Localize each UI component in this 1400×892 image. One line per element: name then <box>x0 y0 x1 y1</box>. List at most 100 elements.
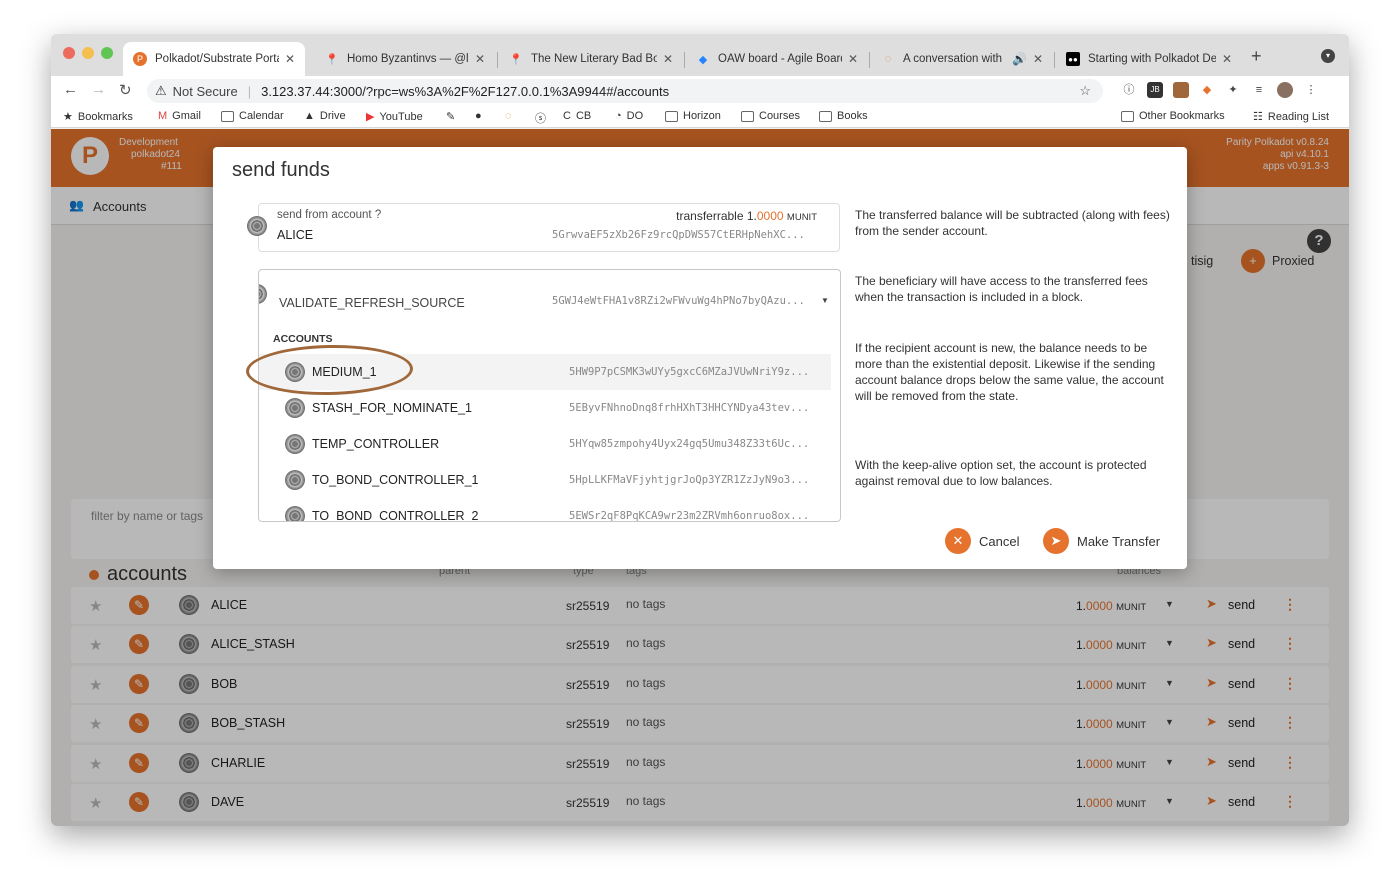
tab-title: The New Literary Bad Bo <box>531 53 657 65</box>
drive-icon: ▲ <box>304 110 315 122</box>
tab-oaw-board[interactable]: ◆ OAW board - Agile Board ✕ <box>686 42 868 76</box>
menu-dots-icon[interactable]: ⋮ <box>1303 82 1319 98</box>
identicon <box>285 506 305 521</box>
bookmark-other[interactable]: Other Bookmarks <box>1121 110 1225 122</box>
close-tab-icon[interactable]: ✕ <box>848 52 858 66</box>
close-window-button[interactable] <box>63 47 75 59</box>
identicon <box>285 470 305 490</box>
reading-list-icon: ☷ <box>1253 111 1263 123</box>
bookmark-books[interactable]: Books <box>819 110 868 122</box>
tab-title: A conversation with <box>903 53 1003 65</box>
tab-literary-bad-boy[interactable]: 📍 The New Literary Bad Bo ✕ <box>499 42 683 76</box>
medium-icon: ●● <box>1066 52 1080 66</box>
notes-icon: ✎ <box>446 111 456 123</box>
paper-plane-icon: ➤ <box>1043 528 1069 554</box>
bookmark-star-icon[interactable]: ☆ <box>1079 83 1091 99</box>
extensions-puzzle-icon[interactable]: ✦ <box>1225 82 1241 98</box>
maximize-window-button[interactable] <box>101 47 113 59</box>
tab-bar: P Polkadot/Substrate Portal ✕ 📍 Homo Byza… <box>51 34 1349 76</box>
cb-icon: C <box>563 110 571 122</box>
bookmark-youtube[interactable]: ▶ YouTube <box>366 110 423 124</box>
dropdown-option-stash-for-nominate-1[interactable]: STASH_FOR_NOMINATE_1 5EByvFNhnoDnq8frhHX… <box>259 390 831 426</box>
close-tab-icon[interactable]: ✕ <box>1033 52 1043 66</box>
folder-icon <box>819 110 832 122</box>
option-name: STASH_FOR_NOMINATE_1 <box>312 401 472 415</box>
identicon <box>285 398 305 418</box>
do-icon: ◔ <box>615 110 622 122</box>
audio-icon[interactable]: 🔊 <box>1012 52 1027 66</box>
pin-icon: 📍 <box>325 53 339 66</box>
tab-search-icon[interactable]: ▾ <box>1321 49 1335 63</box>
from-account-name: ALICE <box>277 228 314 242</box>
bookmark-reading-list[interactable]: ☷ Reading List <box>1253 110 1329 124</box>
minimize-window-button[interactable] <box>82 47 94 59</box>
loading-icon: ◌ <box>884 53 892 65</box>
bookmarks-bar: ★ Bookmarks M Gmail Calendar ▲ Drive ▶ YouTu… <box>51 106 1349 128</box>
tab-conversation[interactable]: ◌ A conversation with 🔊 ✕ <box>871 42 1053 76</box>
bookmark-courses[interactable]: Courses <box>741 110 800 122</box>
tab-title: Polkadot/Substrate Portal <box>155 53 279 65</box>
youtube-icon: ▶ <box>366 111 375 123</box>
help-text-from: The transferred balance will be subtract… <box>855 208 1170 238</box>
option-address: 5HpLLKFMaVFjyhtjgrJoQp3YZR1ZzJyN9o3... <box>569 474 810 486</box>
bookmark-do[interactable]: ◔ DO <box>615 110 643 122</box>
forward-icon[interactable]: → <box>91 81 106 98</box>
close-tab-icon[interactable]: ✕ <box>663 52 673 66</box>
bookmark-cb[interactable]: C CB <box>563 110 591 122</box>
omnibox[interactable]: ⚠ Not Secure | 3.123.37.44:3000/?rpc=ws%… <box>147 79 1103 103</box>
help-text-beneficiary: The beneficiary will have access to the … <box>855 274 1148 304</box>
identicon <box>247 216 267 236</box>
cancel-button[interactable]: ✕ Cancel <box>945 527 1019 555</box>
make-transfer-button[interactable]: ➤ Make Transfer <box>1043 527 1160 555</box>
option-address: 5EByvFNhnoDnq8frhHXhT3HHCYNDya43tev... <box>569 402 810 414</box>
browser-window: P Polkadot/Substrate Portal ✕ 📍 Homo Byza… <box>51 34 1349 826</box>
bookmark-horizon[interactable]: Horizon <box>665 110 721 122</box>
reload-icon[interactable]: ↻ <box>119 81 132 99</box>
option-name: TEMP_CONTROLLER <box>312 437 440 451</box>
address-bar-row: ← → ↻ ⚠ Not Secure | 3.123.37.44:3000/?r… <box>51 76 1349 106</box>
github-icon: ● <box>475 110 482 122</box>
close-tab-icon[interactable]: ✕ <box>1222 52 1232 66</box>
recipient-dropdown[interactable]: VALIDATE_REFRESH_SOURCE 5GWJ4eWtFHA1v8RZ… <box>258 269 841 522</box>
bookmark-c[interactable]: ◌ <box>505 110 512 122</box>
bookmark-github[interactable]: ● <box>475 110 482 122</box>
extension-image-icon[interactable] <box>1173 82 1189 98</box>
gmail-icon: M <box>158 110 168 122</box>
back-icon[interactable]: ← <box>63 81 78 98</box>
option-address: 5HW9P7pCSMK3wUYy5gxcC6MZaJVUwNriY9z... <box>569 366 810 378</box>
bookmark-notes[interactable]: ✎ <box>446 110 455 123</box>
playlist-icon[interactable]: ≡ <box>1251 82 1267 98</box>
option-address: 5HYqw85zmpohy4Uyx24gq5Umu348Z33t6Uc... <box>569 438 810 450</box>
extension-jb-icon[interactable]: JB <box>1147 82 1163 98</box>
dropdown-option-temp-controller[interactable]: TEMP_CONTROLLER 5HYqw85zmpohy4Uyx24gq5Um… <box>259 426 831 462</box>
extension-info-icon[interactable]: ⓘ <box>1121 82 1137 98</box>
tab-polkadot-portal[interactable]: P Polkadot/Substrate Portal ✕ <box>123 42 305 76</box>
bookmark-calendar[interactable]: Calendar <box>221 110 284 122</box>
bookmark-bookmarks[interactable]: ★ Bookmarks <box>63 110 133 124</box>
metamask-icon[interactable]: ◆ <box>1199 82 1215 98</box>
tab-title: Starting with Polkadot De <box>1088 53 1216 65</box>
bookmark-skype[interactable]: ⓢ <box>535 110 546 126</box>
from-account-address: 5GrwvaEF5zXb26Fz9rcQpDWS57CtERHpNehXC... <box>552 229 805 241</box>
tab-homo-byzantinvs[interactable]: 📍 Homo Byzantinvs — @lm ✕ <box>315 42 495 76</box>
bookmark-gmail[interactable]: M Gmail <box>158 110 201 122</box>
tab-starting-polkadot[interactable]: ●● Starting with Polkadot De ✕ <box>1056 42 1242 76</box>
identicon <box>259 284 267 304</box>
close-tab-icon[interactable]: ✕ <box>285 52 295 66</box>
chevron-down-icon[interactable]: ▼ <box>821 296 829 305</box>
avatar[interactable] <box>1277 82 1293 98</box>
transferrable-balance: transferrable 1.0000 MUNIT <box>676 209 817 223</box>
polkadot-icon: P <box>133 52 147 66</box>
from-account-field[interactable]: send from account ? ALICE transferrable … <box>247 203 840 252</box>
new-tab-button[interactable]: + <box>1251 46 1262 67</box>
dropdown-option-to-bond-controller-2[interactable]: TO_BOND_CONTROLLER_2 5EWSr2qF8PqKCA9wr23… <box>259 498 831 521</box>
jira-icon: ◆ <box>698 53 708 66</box>
from-label: send from account ? <box>277 209 382 221</box>
close-tab-icon[interactable]: ✕ <box>475 52 485 66</box>
identicon <box>285 434 305 454</box>
help-text-existential: If the recipient account is new, the bal… <box>855 341 1164 403</box>
dropdown-group-header: ACCOUNTS <box>273 333 333 345</box>
pin-icon: 📍 <box>509 53 523 66</box>
bookmark-drive[interactable]: ▲ Drive <box>304 110 346 122</box>
dropdown-option-to-bond-controller-1[interactable]: TO_BOND_CONTROLLER_1 5HpLLKFMaVFjyhtjgrJ… <box>259 462 831 498</box>
